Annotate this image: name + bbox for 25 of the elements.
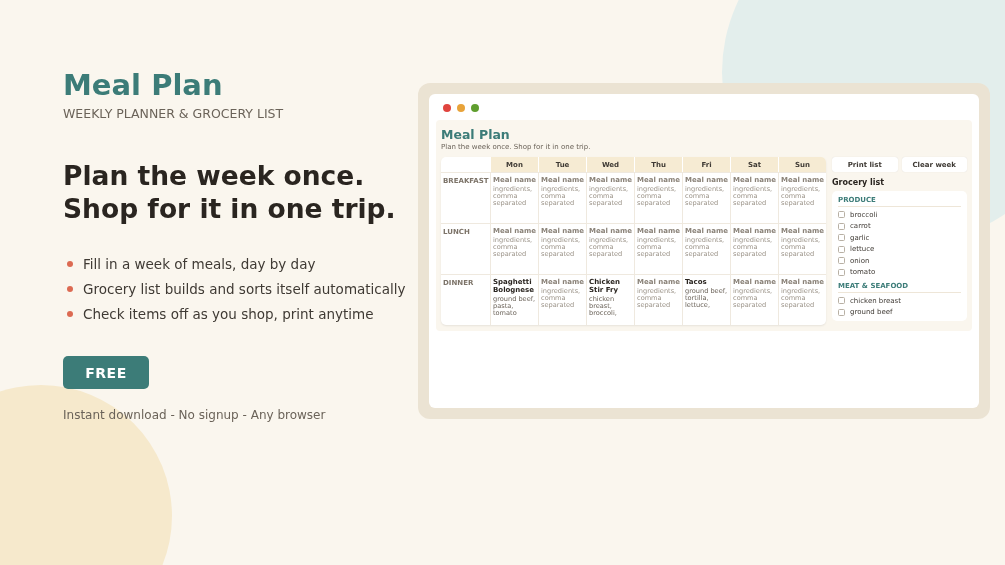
checkbox[interactable]	[838, 297, 845, 305]
bullet-icon	[67, 285, 73, 292]
window-dot-icon	[471, 104, 479, 112]
window-dot-icon	[443, 104, 451, 112]
bullet-icon	[67, 260, 73, 267]
bullet-icon	[67, 310, 73, 317]
checkbox[interactable]	[838, 234, 845, 242]
brand-title: Meal Plan	[63, 69, 224, 101]
checkbox[interactable]	[838, 257, 845, 265]
footnote: Instant download - No signup - Any browser	[63, 408, 327, 422]
feature-text: Check items off as you shop, print anytime	[83, 305, 374, 322]
checkbox[interactable]	[838, 308, 845, 316]
feature-text: Grocery list builds and sorts itself automatically	[83, 280, 406, 297]
checkbox[interactable]	[838, 222, 845, 230]
checkbox[interactable]	[838, 245, 845, 253]
window-dot-icon	[457, 104, 465, 112]
headline: Shop for it in one trip.	[63, 192, 397, 225]
feature-text: Fill in a week of meals, day by day	[83, 255, 316, 272]
checkbox[interactable]	[838, 211, 845, 219]
subtitle: WEEKLY PLANNER & GROCERY LIST	[63, 106, 285, 121]
checkbox[interactable]	[838, 268, 845, 276]
headline: Plan the week once.	[63, 159, 366, 192]
app-title: Meal Plan	[441, 127, 511, 142]
grocery-title: Grocery list	[832, 178, 886, 187]
free-button[interactable]: FREE	[63, 356, 149, 389]
